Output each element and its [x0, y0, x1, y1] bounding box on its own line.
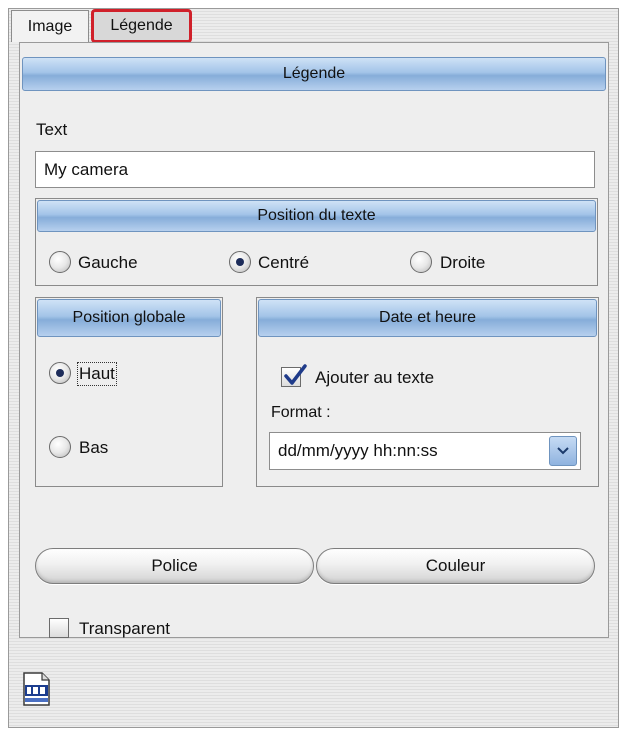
legende-header: Légende	[22, 57, 606, 91]
tab-legende-label: Légende	[110, 17, 173, 34]
text-input-value: My camera	[44, 159, 129, 179]
police-button[interactable]: Police	[35, 548, 314, 584]
police-button-label: Police	[151, 556, 198, 575]
radio-droite[interactable]	[410, 251, 432, 273]
legende-header-title: Légende	[282, 65, 346, 82]
radio-centre[interactable]	[229, 251, 251, 273]
position-globale-header: Position globale	[37, 299, 221, 337]
text-label: Text	[36, 120, 68, 139]
tab-legende[interactable]: Légende	[91, 9, 192, 43]
checkmark-icon	[284, 364, 307, 385]
tab-image-label: Image	[27, 17, 73, 35]
date-heure-title: Date et heure	[379, 309, 476, 326]
radio-centre-label: Centré	[258, 253, 310, 272]
radio-bas[interactable]	[49, 436, 71, 458]
radio-haut[interactable]	[49, 362, 71, 384]
radio-gauche[interactable]	[49, 251, 71, 273]
radio-droite-label: Droite	[440, 253, 486, 272]
jpg-file-icon[interactable]	[21, 672, 51, 706]
format-select-value: dd/mm/yyyy hh:nn:ss	[278, 441, 438, 460]
position-globale-title: Position globale	[72, 309, 186, 326]
radio-gauche-label: Gauche	[78, 253, 138, 272]
date-heure-header: Date et heure	[258, 299, 597, 337]
transparent-checkbox[interactable]	[49, 618, 69, 638]
couleur-button-label: Couleur	[425, 556, 486, 575]
chevron-down-icon[interactable]	[549, 436, 577, 466]
position-texte-header: Position du texte	[37, 200, 596, 232]
text-input[interactable]: My camera	[35, 151, 595, 188]
radio-bas-label: Bas	[79, 438, 109, 457]
tab-image[interactable]: Image	[11, 10, 89, 42]
couleur-button[interactable]: Couleur	[316, 548, 595, 584]
radio-haut-label: Haut	[77, 362, 117, 386]
position-texte-title: Position du texte	[257, 207, 376, 224]
format-select[interactable]: dd/mm/yyyy hh:nn:ss	[269, 432, 581, 470]
transparent-label: Transparent	[79, 619, 171, 638]
ajouter-checkbox[interactable]	[281, 364, 307, 387]
format-label: Format :	[271, 404, 331, 421]
ajouter-label: Ajouter au texte	[315, 368, 435, 387]
